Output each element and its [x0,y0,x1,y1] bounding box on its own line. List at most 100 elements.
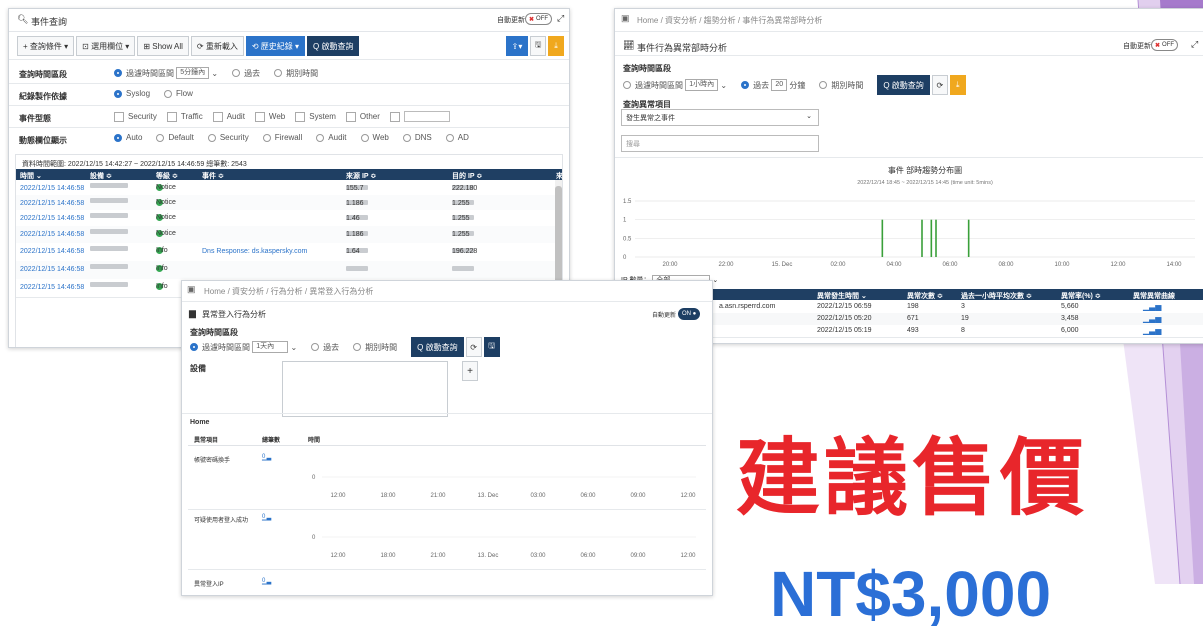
export-icon[interactable]: ⇪▾ [506,36,528,56]
display-default-radio[interactable]: Default [156,133,194,142]
chart-bar[interactable] [921,219,923,257]
save-icon[interactable]: 🖫︎ [483,337,500,357]
col-anomaly-rate[interactable]: 異常率(%) ≎ [1061,291,1101,301]
start-query-button[interactable]: Q 啟動查詢 [877,75,930,95]
table-row[interactable]: 2022/12/15 14:46:58 Notice 155.7 222.180 [16,180,562,196]
download-icon[interactable]: ⤓ [949,75,966,95]
past-value-input[interactable]: 20 [771,79,788,91]
device-textarea[interactable] [282,361,448,417]
display-label: 動態欄位顯示 [19,136,67,145]
time-range-recent-radio[interactable]: 過濾時間區間 1天內 ⌄ [190,341,297,353]
source-syslog-radio[interactable]: Syslog [114,89,150,98]
auto-update-toggle[interactable]: ✖ OFF [1151,39,1179,51]
table-row[interactable]: 2022/12/15 14:46:58 Info [16,261,562,280]
table-row[interactable]: 帳號密碼換手 0 ▁▃ 0 12:00 18:00 21:00 13. Dec 03:00 06… [188,449,706,510]
type-custom-checkbox[interactable] [389,111,450,122]
display-ad-radio[interactable]: AD [445,133,469,142]
x-tick-label: 21:00 [430,553,446,559]
time-range-custom-radio[interactable]: 期別時間 [274,68,318,79]
type-traffic-checkbox[interactable]: Traffic [166,111,203,122]
source-flow-radio[interactable]: Flow [164,89,193,98]
select-columns-button[interactable]: ⊡ 選用欄位 ▾ [76,36,136,56]
table-row[interactable]: 2022/12/15 14:46:58 Notice 1.186 1.255 [16,226,562,244]
x-tick-label: 09:00 [630,493,646,499]
type-system-checkbox[interactable]: System [295,111,336,122]
history-button[interactable]: ⟲ 歷史紀錄 ▾ [245,36,306,56]
row-time[interactable]: 2022/12/15 14:46:58 [20,215,84,222]
auto-update-toggle[interactable]: ✖ OFF [525,13,553,25]
type-other-checkbox[interactable]: Other [345,111,380,122]
y-zero-label: 0 [312,475,316,481]
reload-button[interactable]: ⟳ 重新載入 [190,36,244,56]
col-hour-avg[interactable]: 過去一小時平均次數 ≎ [961,291,1032,301]
row-rate: 5,660 [1061,303,1079,310]
refresh-icon[interactable]: ⟳ [465,337,482,357]
start-query-button[interactable]: Q 啟動查詢 [411,337,464,357]
display-firewall-radio[interactable]: Firewall [262,133,302,142]
col-anomaly-count[interactable]: 異常次數 ≎ [907,291,943,301]
auto-update-toggle[interactable]: ON ● [678,308,701,320]
price-value: NT$3,000 [770,558,1052,630]
save-icon[interactable]: 🖫︎ [530,36,546,56]
x-tick-label: 12:00 [330,553,346,559]
expand-icon[interactable]: ⤢ [557,13,564,24]
chart-bar[interactable] [967,219,970,257]
row-time[interactable]: 2022/12/15 14:46:58 [20,284,84,291]
show-all-button[interactable]: ⊞ Show All [137,36,189,56]
bar-chart-icon[interactable]: ▁▃▅ [1143,326,1161,335]
row-event[interactable]: Dns Response: ds.kaspersky.com [202,248,307,255]
display-security-radio[interactable]: Security [207,133,249,142]
x-tick-label: 06:00 [580,553,596,559]
table-row[interactable]: 異常登入IP 0 ▁▃ [188,573,706,595]
time-range-past-radio[interactable]: 過去 [232,68,260,79]
table-row[interactable]: 2022/12/15 14:46:58 Notice 1.186 1.255 [16,195,562,211]
table-row[interactable]: 2022/12/15 14:46:58 Info Dns Response: ds.… [16,243,562,262]
display-auto-radio[interactable]: Auto [114,133,142,142]
search-input[interactable]: 搜尋 [621,135,819,152]
time-range-past-radio[interactable]: 過去 20 分鐘 [741,79,805,91]
type-audit-checkbox[interactable]: Audit [212,111,245,122]
time-range-label: 查詢時間區段 [623,64,671,73]
table-row[interactable]: 可疑使用者登入成功 0 ▁▃ 0 12:00 18:00 21:00 13. Dec 03:0… [188,509,706,570]
refresh-icon[interactable]: ⟳ [931,75,948,95]
bar-chart-icon[interactable]: ▁▃ [262,454,271,461]
chart-bar[interactable] [881,219,884,257]
row-time[interactable]: 2022/12/15 14:46:58 [20,266,84,273]
time-range-select[interactable]: 1天內 [252,341,289,353]
row-avg: 8 [961,327,965,334]
start-query-button[interactable]: Q 啟動查詢 [307,36,360,56]
expand-icon[interactable]: ⤢ [1191,39,1198,50]
time-range-recent-radio[interactable]: 過濾時間區間 5分鐘內 ⌄ [114,67,218,79]
bar-chart-icon[interactable]: ▁▃ [262,514,271,521]
x-tick-label: 03:00 [530,493,546,499]
row-time[interactable]: 2022/12/15 14:46:58 [20,185,84,192]
bar-chart-icon[interactable]: ▁▃▅ [1143,314,1161,323]
type-web-checkbox[interactable]: Web [254,111,285,122]
add-condition-button[interactable]: + 查詢條件 ▾ [17,36,75,56]
type-security-checkbox[interactable]: Security [114,111,157,122]
display-dns-radio[interactable]: DNS [402,133,432,142]
chart-bar[interactable] [930,219,933,257]
row-time[interactable]: 2022/12/15 14:46:58 [20,248,84,255]
chart-bar[interactable] [935,219,937,257]
time-range-custom-radio[interactable]: 期別時間 [353,342,397,353]
bar-chart-icon[interactable]: ▁▃▅ [1143,302,1161,311]
anomaly-item-select[interactable]: 發生異常之事件 ⌄ [621,109,819,126]
col-anomaly-time[interactable]: 異常發生時間 ⌄ [817,291,867,301]
download-icon[interactable]: ⤓ [548,36,564,56]
row-time[interactable]: 2022/12/15 14:46:58 [20,200,84,207]
time-range-past-radio[interactable]: 過去 [311,342,339,353]
add-device-button[interactable]: + [462,361,478,381]
table-row[interactable]: 2022/12/15 14:46:58 Notice 1.46 1.255 [16,210,562,227]
display-audit-radio[interactable]: Audit [316,133,347,142]
time-range-custom-radio[interactable]: 期別時間 [819,80,863,91]
display-web-radio[interactable]: Web [360,133,389,142]
col-anomaly-curve[interactable]: 異常異常曲線 [1133,291,1175,301]
time-range-select[interactable]: 1小時內 [685,79,719,91]
time-range-recent-radio[interactable]: 過濾時間區間 1小時內 ⌄ [623,79,727,91]
abnormal-login-panel: ▣ Home / 資安分析 / 行為分析 / 異常登入行為分析 ▆ 異常登入行為… [181,280,713,596]
time-range-select[interactable]: 5分鐘內 [176,67,210,79]
row-time[interactable]: 2022/12/15 14:46:58 [20,231,84,238]
row-avg: 3 [961,303,965,310]
row-time: 2022/12/15 06:59 [817,303,872,310]
